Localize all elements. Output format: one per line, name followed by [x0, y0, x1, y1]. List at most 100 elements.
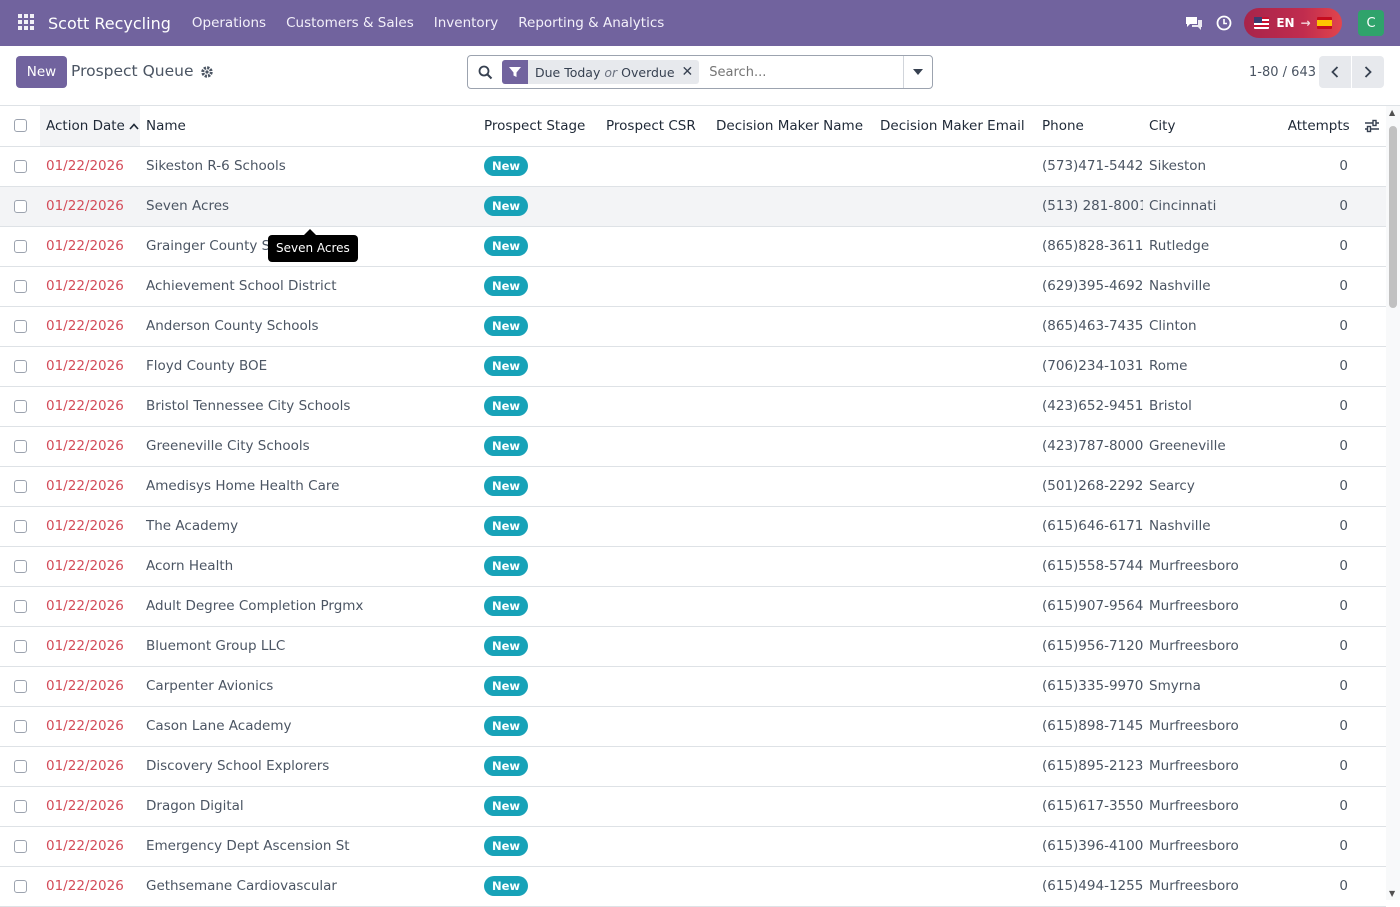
cell-city[interactable]: Clinton — [1143, 306, 1261, 347]
cell-decision-maker-name[interactable] — [710, 466, 874, 507]
cell-action-date[interactable]: 01/22/2026 — [40, 506, 140, 547]
table-row[interactable]: 01/22/2026 Bluemont Group LLC New (615)956-… — [0, 626, 1386, 667]
row-checkbox[interactable] — [13, 159, 27, 173]
row-checkbox[interactable] — [13, 599, 27, 613]
cell-action-date[interactable]: 01/22/2026 — [40, 426, 140, 467]
cell-prospect-stage[interactable]: New — [478, 666, 600, 707]
user-avatar[interactable]: C — [1358, 10, 1384, 36]
row-checkbox-cell[interactable] — [0, 426, 40, 467]
cell-decision-maker-email[interactable] — [874, 586, 1036, 627]
table-row[interactable]: 01/22/2026 Emergency Dept Ascension St New… — [0, 826, 1386, 867]
cell-name[interactable]: Seven Acres — [140, 186, 478, 227]
cell-city[interactable]: Cincinnati — [1143, 186, 1261, 227]
cell-prospect-csr[interactable] — [600, 306, 710, 347]
cell-decision-maker-name[interactable] — [710, 146, 874, 187]
cell-name[interactable]: Achievement School District — [140, 266, 478, 307]
cell-city[interactable]: Rome — [1143, 346, 1261, 387]
row-checkbox-cell[interactable] — [0, 866, 40, 907]
cell-action-date[interactable]: 01/22/2026 — [40, 186, 140, 227]
cell-attempts[interactable]: 0 — [1261, 546, 1386, 587]
cell-phone[interactable]: (615)898-7145 — [1036, 706, 1143, 747]
row-checkbox[interactable] — [13, 719, 27, 733]
table-row[interactable]: 01/22/2026 Acorn Health New (615)558-5744 Mu… — [0, 546, 1386, 587]
search-input[interactable] — [699, 57, 903, 87]
menu-inventory[interactable]: Inventory — [434, 15, 498, 31]
row-checkbox[interactable] — [13, 439, 27, 453]
cell-prospect-csr[interactable] — [600, 666, 710, 707]
cell-city[interactable]: Murfreesboro — [1143, 586, 1261, 627]
cell-action-date[interactable]: 01/22/2026 — [40, 386, 140, 427]
cell-decision-maker-email[interactable] — [874, 866, 1036, 907]
row-checkbox[interactable] — [13, 199, 27, 213]
row-checkbox[interactable] — [13, 559, 27, 573]
row-checkbox-cell[interactable] — [0, 266, 40, 307]
row-checkbox[interactable] — [13, 279, 27, 293]
cell-attempts[interactable]: 0 — [1261, 866, 1386, 907]
cell-action-date[interactable]: 01/22/2026 — [40, 306, 140, 347]
clock-icon[interactable] — [1214, 13, 1234, 33]
chat-icon[interactable] — [1184, 13, 1204, 33]
cell-decision-maker-email[interactable] — [874, 426, 1036, 467]
cell-decision-maker-name[interactable] — [710, 386, 874, 427]
search-icon[interactable] — [468, 56, 502, 88]
cell-prospect-stage[interactable]: New — [478, 626, 600, 667]
cell-decision-maker-name[interactable] — [710, 706, 874, 747]
row-checkbox-cell[interactable] — [0, 466, 40, 507]
row-checkbox-cell[interactable] — [0, 666, 40, 707]
cell-decision-maker-email[interactable] — [874, 786, 1036, 827]
cell-decision-maker-email[interactable] — [874, 186, 1036, 227]
table-row[interactable]: 01/22/2026 Dragon Digital New (615)617-3550… — [0, 786, 1386, 827]
table-row[interactable]: 01/22/2026 Greeneville City Schools New (42… — [0, 426, 1386, 467]
cell-attempts[interactable]: 0 — [1261, 506, 1386, 547]
cell-city[interactable]: Greeneville — [1143, 426, 1261, 467]
cell-phone[interactable]: (615)646-6171 — [1036, 506, 1143, 547]
cell-prospect-csr[interactable] — [600, 386, 710, 427]
cell-phone[interactable]: (615)895-2123 — [1036, 746, 1143, 787]
cell-attempts[interactable]: 0 — [1261, 226, 1386, 267]
cell-city[interactable]: Smyrna — [1143, 666, 1261, 707]
header-decision-maker-name[interactable]: Decision Maker Name — [710, 106, 874, 147]
row-checkbox-cell[interactable] — [0, 746, 40, 787]
menu-customers-sales[interactable]: Customers & Sales — [286, 15, 414, 31]
cell-prospect-csr[interactable] — [600, 586, 710, 627]
cell-action-date[interactable]: 01/22/2026 — [40, 826, 140, 867]
cell-attempts[interactable]: 0 — [1261, 386, 1386, 427]
header-action-date[interactable]: Action Date — [40, 106, 140, 147]
header-prospect-csr[interactable]: Prospect CSR — [600, 106, 710, 147]
header-prospect-stage[interactable]: Prospect Stage — [478, 106, 600, 147]
new-button[interactable]: New — [16, 56, 67, 88]
cell-phone[interactable]: (629)395-4692 — [1036, 266, 1143, 307]
cell-decision-maker-email[interactable] — [874, 546, 1036, 587]
cell-phone[interactable]: (615)617-3550 — [1036, 786, 1143, 827]
cell-city[interactable]: Murfreesboro — [1143, 746, 1261, 787]
cell-prospect-csr[interactable] — [600, 546, 710, 587]
cell-action-date[interactable]: 01/22/2026 — [40, 866, 140, 907]
cell-decision-maker-name[interactable] — [710, 826, 874, 867]
menu-reporting-analytics[interactable]: Reporting & Analytics — [518, 15, 664, 31]
cell-prospect-stage[interactable]: New — [478, 306, 600, 347]
cell-prospect-stage[interactable]: New — [478, 506, 600, 547]
scrollbar-thumb[interactable] — [1389, 126, 1397, 308]
cell-decision-maker-email[interactable] — [874, 466, 1036, 507]
cell-prospect-stage[interactable]: New — [478, 186, 600, 227]
gear-icon[interactable] — [200, 64, 214, 78]
cell-attempts[interactable]: 0 — [1261, 146, 1386, 187]
row-checkbox[interactable] — [13, 239, 27, 253]
cell-action-date[interactable]: 01/22/2026 — [40, 346, 140, 387]
cell-name[interactable]: Carpenter Avionics — [140, 666, 478, 707]
row-checkbox[interactable] — [13, 519, 27, 533]
cell-prospect-stage[interactable]: New — [478, 586, 600, 627]
cell-phone[interactable]: (573)471-5442 — [1036, 146, 1143, 187]
cell-prospect-csr[interactable] — [600, 626, 710, 667]
table-row[interactable]: 01/22/2026 Grainger County Schools New (865… — [0, 226, 1386, 267]
cell-prospect-stage[interactable]: New — [478, 466, 600, 507]
cell-phone[interactable]: (615)558-5744 — [1036, 546, 1143, 587]
cell-prospect-csr[interactable] — [600, 226, 710, 267]
cell-decision-maker-email[interactable] — [874, 626, 1036, 667]
cell-name[interactable]: Bluemont Group LLC — [140, 626, 478, 667]
cell-decision-maker-email[interactable] — [874, 666, 1036, 707]
cell-phone[interactable]: (423)787-8000 — [1036, 426, 1143, 467]
cell-name[interactable]: The Academy — [140, 506, 478, 547]
table-row[interactable]: 01/22/2026 The Academy New (615)646-6171 Nas… — [0, 506, 1386, 547]
cell-attempts[interactable]: 0 — [1261, 186, 1386, 227]
